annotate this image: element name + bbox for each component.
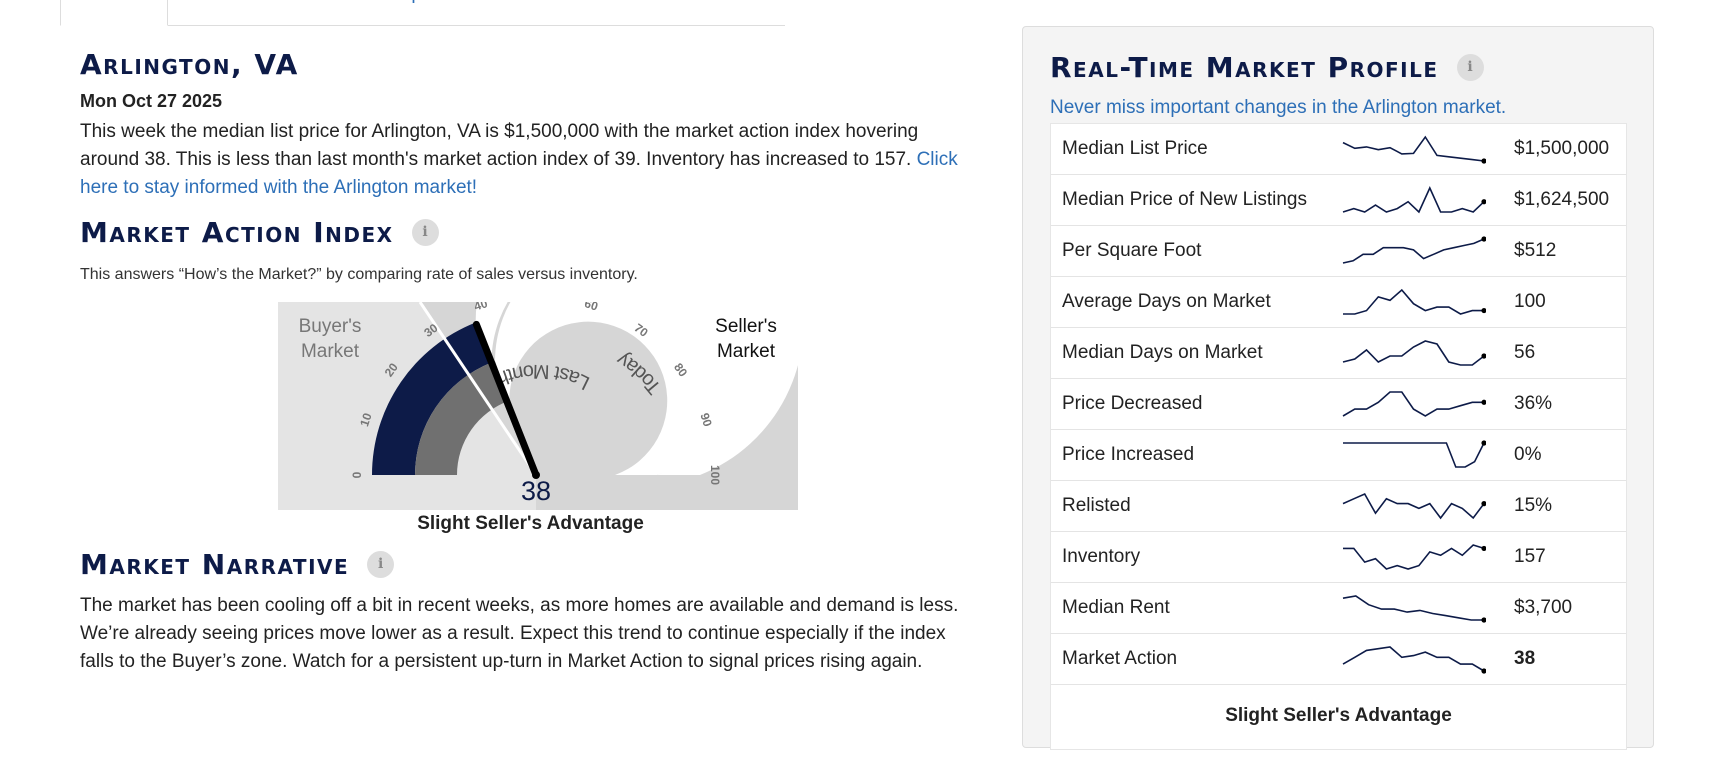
profile-row-label: Price Increased xyxy=(1062,444,1195,465)
info-icon[interactable]: i xyxy=(1456,54,1484,81)
sparkline-path xyxy=(1342,391,1484,417)
profile-row-label: Median Price of New Listings xyxy=(1062,189,1307,210)
sparkline-endpoint xyxy=(1481,307,1486,314)
section-title: Market Action Index xyxy=(80,216,394,249)
sparkline-path xyxy=(1342,492,1485,520)
info-icon[interactable]: i xyxy=(367,551,395,578)
trend-sparkline xyxy=(1342,391,1486,417)
sparkline-endpoint xyxy=(1481,545,1486,552)
profile-footer: Slight Seller's Advantage xyxy=(1225,705,1452,726)
sparkline-endpoint xyxy=(1481,617,1486,623)
profile-row-label: Market Action xyxy=(1062,648,1178,669)
profile-row-value: $3,700 xyxy=(1514,597,1573,618)
market-alert-link[interactable]: Never miss important changes in the Arli… xyxy=(1050,97,1506,119)
trend-sparkline xyxy=(1342,492,1486,520)
sparkline-endpoint xyxy=(1481,158,1486,164)
sparkline-path xyxy=(1342,135,1485,162)
profile-row-value: 0% xyxy=(1514,444,1542,465)
sparkline-path xyxy=(1343,288,1484,315)
sparkline-path xyxy=(1343,442,1485,468)
summary-text: This week the median list price for Arli… xyxy=(80,118,980,202)
profile-row-label: Median Days on Market xyxy=(1062,342,1263,363)
profile-row-label: Inventory xyxy=(1062,546,1141,567)
sparkline-endpoint xyxy=(1481,399,1486,405)
property-type-tabs: Houses Condos Co-Op xyxy=(60,0,785,26)
profile-row: Relisted 15% xyxy=(1051,481,1626,532)
profile-row-label: Median Rent xyxy=(1062,597,1170,618)
profile-table: Median List Price $1,500,000 Median Price … xyxy=(1050,123,1627,750)
profile-row-label: Average Days on Market xyxy=(1062,291,1271,312)
profile-row-value: 36% xyxy=(1514,393,1553,414)
profile-row-label: Per Square Foot xyxy=(1062,240,1202,261)
profile-row: Market Action 38 xyxy=(1051,634,1626,685)
sparkline-path xyxy=(1342,340,1485,366)
profile-row: Price Decreased 36% xyxy=(1051,379,1626,430)
market-profile-panel: Real-Time Market Profile i Never miss im… xyxy=(1022,26,1654,750)
info-icon[interactable]: i xyxy=(411,219,439,246)
market-narrative-heading: Market Narrative i xyxy=(80,548,395,581)
buyer-label-line1: Buyer's xyxy=(299,316,362,337)
market-action-gauge: 0102030405060708090100 Today Last Month … xyxy=(278,302,798,510)
report-date: Mon Oct 27 2025 xyxy=(80,91,223,111)
sparkline-path xyxy=(1343,544,1485,570)
location-summary: Arlington, VA Mon Oct 27 2025 This week … xyxy=(80,48,980,202)
sparkline-endpoint xyxy=(1481,440,1486,446)
trend-sparkline xyxy=(1343,440,1486,468)
market-action-description: This answers “How’s the Market?” by comp… xyxy=(80,266,638,283)
profile-row: Median Days on Market 56 xyxy=(1051,328,1626,379)
gauge-value: 38 xyxy=(521,476,551,506)
profile-row: Median List Price $1,500,000 xyxy=(1051,124,1626,175)
sparkline-path xyxy=(1342,646,1485,672)
profile-row-value: $512 xyxy=(1514,240,1557,261)
trend-sparkline xyxy=(1342,236,1486,264)
profile-row-label: Median List Price xyxy=(1062,138,1208,159)
profile-row-value: $1,500,000 xyxy=(1514,138,1610,159)
profile-row: Median Price of New Listings $1,624,500 xyxy=(1051,175,1626,226)
gauge-tick-label: 50 xyxy=(529,302,543,303)
tab-co-op[interactable]: Co-Op xyxy=(342,0,446,26)
tab-houses[interactable]: Houses xyxy=(60,0,168,26)
profile-row-label: Relisted xyxy=(1062,495,1131,516)
trend-sparkline xyxy=(1343,288,1486,315)
sparkline-endpoint xyxy=(1481,236,1486,242)
profile-row: Average Days on Market 100 xyxy=(1051,277,1626,328)
market-action-index-heading: Market Action Index i xyxy=(80,216,439,249)
trend-sparkline xyxy=(1342,340,1486,366)
profile-row-value: 157 xyxy=(1514,546,1546,567)
buyer-label-line2: Market xyxy=(301,341,360,362)
section-title: Market Narrative xyxy=(80,548,350,581)
market-narrative-text: The market has been cooling off a bit in… xyxy=(80,595,959,672)
tab-condos[interactable]: Condos xyxy=(228,0,342,26)
seller-label-line1: Seller's xyxy=(715,316,777,337)
sparkline-path xyxy=(1342,238,1485,264)
trend-sparkline xyxy=(1342,595,1486,623)
trend-sparkline xyxy=(1342,186,1486,214)
profile-row: Median Rent $3,700 xyxy=(1051,583,1626,634)
profile-row-value: $1,624,500 xyxy=(1514,189,1610,210)
trend-sparkline xyxy=(1343,544,1486,570)
profile-heading: Real-Time Market Profile i xyxy=(1050,51,1484,84)
trend-sparkline xyxy=(1342,646,1486,674)
seller-label-line2: Market xyxy=(717,341,776,362)
profile-row: Price Increased 0% xyxy=(1051,430,1626,481)
gauge-tick-label: 100 xyxy=(708,465,722,485)
gauge-tick-label: 0 xyxy=(350,471,364,478)
page-title: Arlington, VA xyxy=(80,48,299,81)
trend-sparkline xyxy=(1342,135,1486,164)
sparkline-path xyxy=(1342,595,1484,621)
sparkline-path xyxy=(1342,186,1485,214)
section-title: Real-Time Market Profile xyxy=(1050,51,1439,84)
profile-row-value: 56 xyxy=(1514,342,1536,363)
profile-row-value: 15% xyxy=(1514,495,1553,516)
summary-body: This week the median list price for Arli… xyxy=(80,121,919,170)
profile-row-value: 100 xyxy=(1514,291,1546,312)
profile-row: Inventory 157 xyxy=(1051,532,1626,583)
profile-row-label: Price Decreased xyxy=(1062,393,1203,414)
profile-row: Per Square Foot $512 xyxy=(1051,226,1626,277)
gauge-caption: Slight Seller's Advantage xyxy=(417,513,644,534)
profile-row-value: 38 xyxy=(1514,648,1536,669)
